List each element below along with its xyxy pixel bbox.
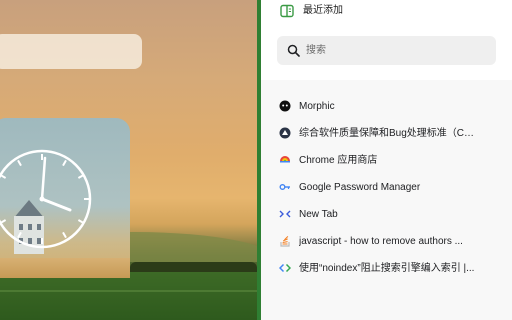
code-brackets-icon (279, 263, 291, 273)
stack-overflow-icon (280, 236, 290, 247)
clock-card-wheat-field (0, 258, 130, 278)
reading-list-side-panel: 最近添加 搜索 Morphic 综合软件质量保障和Bug处理标准（Co... C… (261, 0, 512, 320)
list-item-label: Chrome 应用商店 (299, 155, 378, 166)
circle-logo-icon (279, 127, 291, 139)
side-panel-header: 最近添加 搜索 (261, 0, 512, 80)
side-panel-icon[interactable] (280, 4, 294, 18)
new-tab-search-bar[interactable] (0, 34, 142, 69)
field-furrow (0, 290, 257, 292)
list-item[interactable]: Morphic (261, 94, 512, 120)
list-item[interactable]: Chrome 应用商店 (261, 148, 512, 174)
list-item-label: javascript - how to remove authors ... (299, 236, 463, 247)
list-item-label: Morphic (299, 101, 335, 112)
list-item[interactable]: 综合软件质量保障和Bug处理标准（Co... (261, 121, 512, 147)
side-panel-search-input[interactable]: 搜索 (277, 36, 496, 65)
key-icon (279, 184, 290, 190)
list-item[interactable]: New Tab (261, 202, 512, 228)
list-item-label: 使用“noindex”阻止搜索引擎编入索引 |... (299, 263, 475, 274)
new-tab-wallpaper (0, 0, 257, 320)
green-field (0, 272, 257, 320)
chrome-web-store-icon (280, 156, 290, 163)
search-icon (287, 44, 300, 57)
search-placeholder: 搜索 (306, 45, 326, 56)
morphic-icon (279, 100, 291, 112)
analog-clock-icon (0, 149, 92, 249)
list-item[interactable]: javascript - how to remove authors ... (261, 229, 512, 255)
list-item-label: 综合软件质量保障和Bug处理标准（Co... (299, 128, 475, 139)
list-item[interactable]: Google Password Manager (261, 175, 512, 201)
side-panel-title: 最近添加 (303, 5, 343, 16)
list-item[interactable]: 使用“noindex”阻止搜索引擎编入索引 |... (261, 256, 512, 282)
recent-items-list: Morphic 综合软件质量保障和Bug处理标准（Co... Chrome 应用… (261, 80, 512, 320)
list-item-label: New Tab (299, 209, 338, 220)
new-tab-icon (279, 210, 291, 218)
list-item-label: Google Password Manager (299, 182, 421, 193)
